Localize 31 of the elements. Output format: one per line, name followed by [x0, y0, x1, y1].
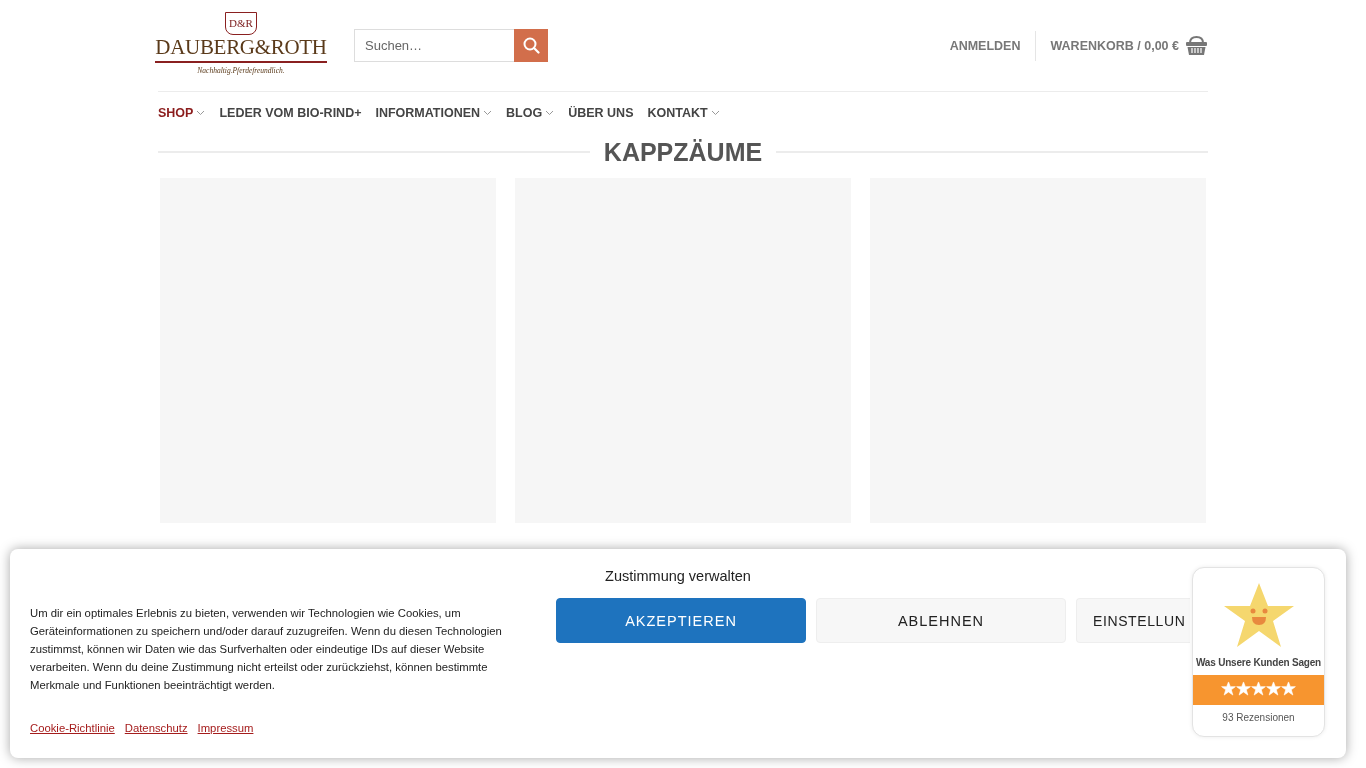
consent-text: Um dir ein optimales Erlebnis zu bieten, verwenden wir Technologien wie Cookies, um Geräteinformationen zu speichern und/oder darauf zuzugreifen. Wenn du diesen Technologien zustimmst, können wir Daten wie das Surfverhalten oder eindeutige IDs auf dieser Website verarbeiten. Wenn du deine Zustimmung nicht erteilst oder zurückziehst, können bestimmte Merkmale und Funktionen beeinträchtigt werden. [30, 606, 503, 693]
consent-button[interactable]: ABLEHNEN [816, 598, 1066, 643]
consent-button[interactable]: AKZEPTIEREN [556, 598, 806, 643]
logo-monogram: D&R [225, 12, 257, 36]
nav-link[interactable]: KONTAKT [647, 106, 720, 120]
consent-button[interactable]: EINSTELLUN [1076, 598, 1190, 643]
nav-link[interactable]: INFORMATIONEN [375, 106, 493, 120]
search-icon [522, 37, 540, 54]
nav-link[interactable]: SHOP [158, 106, 206, 120]
search-field[interactable]: Suchen… [354, 29, 514, 62]
nav-link[interactable]: BLOG [506, 106, 555, 120]
smiling-star-icon [1222, 581, 1295, 649]
cart-link[interactable]: WARENKORB / 0,00 € [1036, 35, 1208, 56]
widget-title: Was Unsere Kunden Sagen [1195, 657, 1322, 668]
banner-title: Zustimmung verwalten [604, 568, 752, 584]
star-icon [1236, 680, 1251, 696]
basket-icon [1185, 35, 1208, 56]
nav-link[interactable]: LEDER VOM BIO-RIND+ [219, 106, 362, 120]
policy-link[interactable]: Impressum [197, 722, 254, 734]
search-button[interactable] [514, 29, 548, 62]
policy-link[interactable]: Datenschutz [124, 722, 188, 734]
login-link[interactable]: ANMELDEN [949, 30, 1037, 61]
star-icon [1251, 680, 1266, 696]
star-icon [1281, 680, 1296, 696]
page-title: KAPPZÄUME [603, 137, 763, 167]
logo-wordmark: DAUBERG&ROTH [155, 35, 327, 63]
star-icon [1266, 680, 1281, 696]
star-icon [1221, 680, 1236, 696]
review-count[interactable]: 93 Rezensionen [1222, 712, 1295, 723]
policy-link[interactable]: Cookie-Richtlinie [30, 722, 115, 734]
nav-link[interactable]: ÜBER UNS [568, 106, 634, 120]
